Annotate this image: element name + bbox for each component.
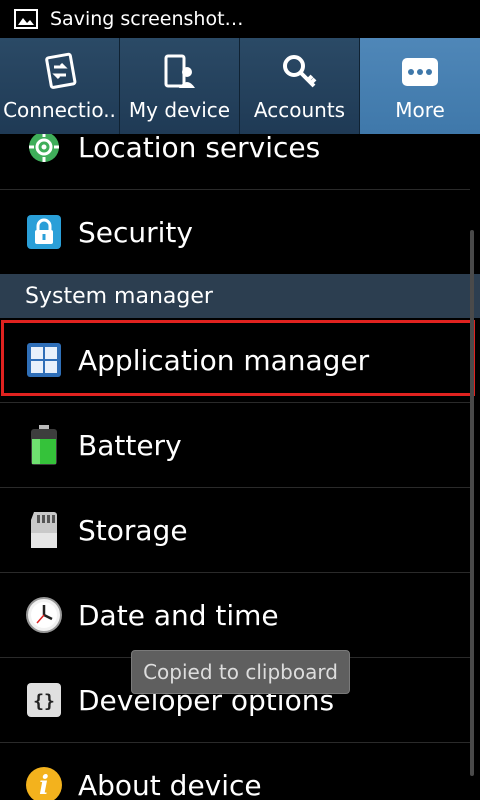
info-icon: i bbox=[26, 767, 62, 800]
settings-list[interactable]: Location services Security System manage… bbox=[0, 134, 480, 800]
tab-label: More bbox=[395, 98, 445, 122]
list-item-label: Location services bbox=[78, 134, 321, 164]
section-header-label: System manager bbox=[25, 283, 213, 309]
list-item-battery[interactable]: Battery bbox=[0, 403, 470, 488]
tab-connections[interactable]: Connectio.. bbox=[0, 38, 120, 134]
sd-card-icon bbox=[31, 512, 57, 548]
list-item-security[interactable]: Security bbox=[0, 190, 470, 275]
svg-text:{}: {} bbox=[33, 691, 55, 712]
tab-label: Connectio.. bbox=[3, 98, 116, 122]
tab-label: My device bbox=[128, 98, 231, 122]
apps-grid-icon bbox=[27, 343, 61, 377]
list-item-storage[interactable]: Storage bbox=[0, 488, 470, 573]
list-item-label: Storage bbox=[78, 513, 188, 547]
tab-accounts[interactable]: Accounts bbox=[240, 38, 360, 134]
status-bar: Saving screenshot… bbox=[0, 0, 480, 38]
accounts-icon bbox=[282, 55, 316, 88]
scrollbar[interactable] bbox=[470, 230, 474, 776]
my-device-icon bbox=[164, 54, 195, 88]
tab-my-device[interactable]: My device bbox=[120, 38, 240, 134]
list-item-label: Battery bbox=[78, 428, 182, 462]
toast-message: Copied to clipboard bbox=[131, 650, 350, 694]
lock-icon bbox=[27, 215, 61, 249]
list-item-application-manager[interactable]: Application manager bbox=[0, 318, 470, 403]
more-icon bbox=[402, 58, 438, 86]
list-item-about-device[interactable]: i About device bbox=[0, 743, 470, 800]
list-item-label: About device bbox=[78, 768, 262, 800]
section-header-system-manager: System manager bbox=[0, 274, 480, 318]
tab-bar: Connectio.. My device Accounts More bbox=[0, 38, 480, 134]
tab-label: Accounts bbox=[253, 98, 346, 122]
list-item-label: Security bbox=[78, 215, 193, 249]
list-item-date-and-time[interactable]: Date and time bbox=[0, 573, 470, 658]
battery-icon bbox=[31, 425, 57, 465]
clock-icon bbox=[26, 597, 62, 633]
location-icon bbox=[29, 134, 59, 162]
braces-icon: {} bbox=[27, 683, 61, 717]
connections-icon bbox=[44, 52, 76, 89]
list-item-label: Date and time bbox=[78, 598, 279, 632]
status-notification-text: Saving screenshot… bbox=[50, 8, 244, 30]
svg-text:i: i bbox=[39, 771, 49, 800]
image-icon bbox=[14, 9, 38, 29]
list-item-label: Application manager bbox=[78, 343, 370, 377]
tab-more[interactable]: More bbox=[360, 38, 480, 134]
list-item-location-services[interactable]: Location services bbox=[0, 134, 470, 190]
